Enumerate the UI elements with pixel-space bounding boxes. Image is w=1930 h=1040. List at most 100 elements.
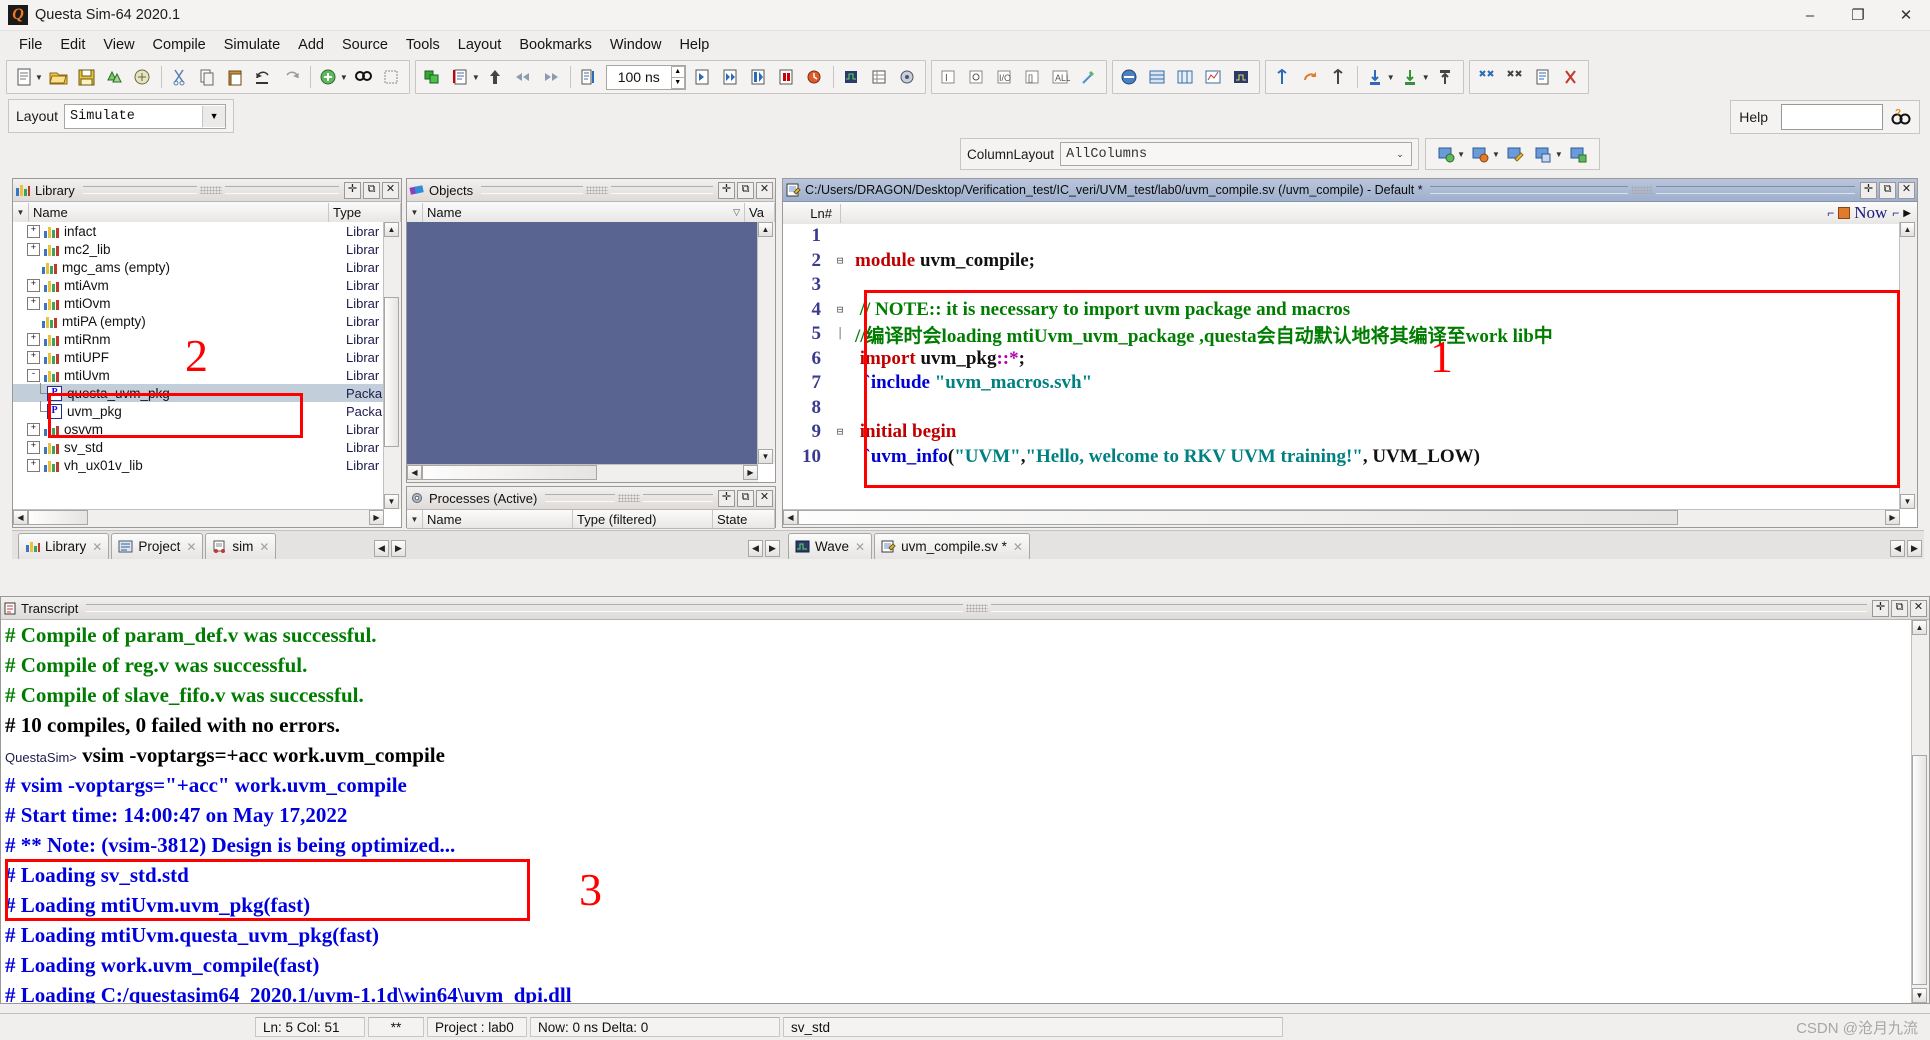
library-column-type[interactable]: Type: [329, 202, 401, 222]
expander-icon[interactable]: +: [27, 224, 40, 238]
forward-icon[interactable]: [539, 64, 565, 90]
scroll-up-icon[interactable]: ▲: [758, 222, 773, 237]
tab-sim[interactable]: sim ✕: [205, 533, 277, 559]
copy-icon[interactable]: [195, 64, 221, 90]
step-over-icon[interactable]: [964, 64, 990, 90]
menu-simulate[interactable]: Simulate: [215, 34, 289, 56]
tab-scroll-right-icon[interactable]: ▶: [765, 540, 780, 557]
add-icon[interactable]: [316, 64, 342, 90]
expander-icon[interactable]: +: [27, 242, 40, 256]
scroll-right-icon[interactable]: ▶: [1885, 510, 1900, 525]
step-icon[interactable]: I: [936, 64, 962, 90]
library-row[interactable]: + sv_std Librar: [13, 438, 401, 456]
list-icon[interactable]: [867, 64, 893, 90]
source-undock-button[interactable]: ⧉: [1879, 181, 1897, 199]
processes-undock-button[interactable]: ⧉: [737, 489, 754, 507]
tab-scroll-right-icon[interactable]: ▶: [391, 540, 406, 557]
save-col-dropdown-icon[interactable]: ▼: [1555, 150, 1563, 159]
library-row[interactable]: Puvm_pkg Packa: [13, 401, 401, 420]
pane-grip[interactable]: [965, 604, 988, 612]
edit-col-icon[interactable]: [1503, 141, 1529, 167]
processes-column-state[interactable]: State: [713, 510, 775, 528]
back-icon[interactable]: [511, 64, 537, 90]
library-undock-button[interactable]: ⧉: [363, 181, 380, 199]
mem-icon[interactable]: [1117, 64, 1143, 90]
objects-vertical-scrollbar[interactable]: ▲ ▼: [757, 222, 775, 464]
scroll-thumb[interactable]: [28, 510, 88, 525]
objects-list-body[interactable]: [407, 222, 758, 464]
pane-grip[interactable]: [199, 186, 222, 194]
menu-edit[interactable]: Edit: [51, 34, 94, 56]
remove-col-dropdown-icon[interactable]: ▼: [1492, 150, 1500, 159]
library-row[interactable]: + infact Librar: [13, 222, 401, 240]
fold-icon[interactable]: ⊟: [831, 425, 849, 439]
objects-filter-icon[interactable]: ▼: [407, 202, 423, 222]
expander-icon[interactable]: +: [27, 278, 40, 292]
tab-close-icon[interactable]: ✕: [92, 540, 102, 554]
tab-close-icon[interactable]: ✕: [1013, 540, 1023, 554]
menu-window[interactable]: Window: [601, 34, 671, 56]
tab-wave[interactable]: Wave ✕: [788, 533, 873, 559]
library-row[interactable]: + osvvm Librar: [13, 420, 401, 438]
scroll-up-icon[interactable]: ▲: [1900, 222, 1915, 237]
library-dock-button[interactable]: ✛: [344, 181, 361, 199]
chevron-down-icon[interactable]: ▼: [202, 105, 226, 127]
library-row[interactable]: + mtiOvm Librar: [13, 294, 401, 312]
add-col-icon[interactable]: [1433, 141, 1459, 167]
processes-dock-button[interactable]: ✛: [718, 489, 735, 507]
tab-close-icon[interactable]: ✕: [855, 540, 865, 554]
expander-icon[interactable]: +: [27, 350, 40, 364]
expander-icon[interactable]: +: [27, 422, 40, 436]
tab-close-icon[interactable]: ✕: [186, 540, 196, 554]
source-horizontal-scrollbar[interactable]: ◀ ▶: [783, 509, 1900, 527]
pane-grip[interactable]: [586, 186, 609, 194]
processes-close-button[interactable]: ✕: [756, 489, 773, 507]
compile-all-icon[interactable]: [130, 64, 156, 90]
tab-scroll-right-icon[interactable]: ▶: [1907, 540, 1922, 557]
tab-scroll-left-icon[interactable]: ◀: [1890, 540, 1905, 557]
transcript-close-button[interactable]: ✕: [1910, 599, 1927, 617]
objects-undock-button[interactable]: ⧉: [737, 181, 755, 199]
compile-icon[interactable]: [102, 64, 128, 90]
objects-dock-button[interactable]: ✛: [718, 181, 736, 199]
library-close-button[interactable]: ✕: [382, 181, 399, 199]
wave2-icon[interactable]: [1298, 64, 1324, 90]
redo-icon[interactable]: [279, 64, 305, 90]
save-icon[interactable]: [74, 64, 100, 90]
processes-column-name[interactable]: Name: [423, 510, 573, 528]
tab-scroll-left-icon[interactable]: ◀: [748, 540, 763, 557]
scroll-thumb[interactable]: [1912, 755, 1927, 985]
menu-bookmarks[interactable]: Bookmarks: [510, 34, 601, 56]
transcript-dock-button[interactable]: ✛: [1872, 599, 1889, 617]
find-all-icon[interactable]: [379, 64, 405, 90]
fold-icon[interactable]: ⊟: [831, 254, 849, 268]
library-row[interactable]: + vh_ux01v_lib Librar: [13, 456, 401, 474]
scroll-thumb[interactable]: [798, 510, 1678, 525]
mem4-icon[interactable]: [1201, 64, 1227, 90]
up-icon[interactable]: [483, 64, 509, 90]
wand-icon[interactable]: [1076, 64, 1102, 90]
minimize-icon[interactable]: –: [1786, 0, 1834, 30]
new-file-dropdown-icon[interactable]: ▼: [35, 73, 43, 82]
paste-icon[interactable]: [223, 64, 249, 90]
tab-library[interactable]: Library ✕: [18, 533, 110, 559]
chevron-down-icon[interactable]: ⌄: [1389, 144, 1411, 164]
mem5-icon[interactable]: [1229, 64, 1255, 90]
transcript-body[interactable]: # Compile of param_def.v was successful.…: [1, 620, 1912, 1003]
doc-icon[interactable]: [1530, 64, 1556, 90]
fold-icon[interactable]: ⊟: [831, 303, 849, 317]
processes-column-type[interactable]: Type (filtered): [573, 510, 713, 528]
pane-grip[interactable]: [1631, 186, 1654, 194]
step-into-icon[interactable]: []: [1020, 64, 1046, 90]
wave5-icon[interactable]: [1398, 64, 1424, 90]
wave-icon[interactable]: [839, 64, 865, 90]
attr-icon[interactable]: ALL: [1048, 64, 1074, 90]
menu-add[interactable]: Add: [289, 34, 333, 56]
wave1-icon[interactable]: [1270, 64, 1296, 90]
simulate-icon[interactable]: [420, 64, 446, 90]
pane-grip[interactable]: [618, 494, 641, 502]
menu-compile[interactable]: Compile: [144, 34, 215, 56]
transcript-undock-button[interactable]: ⧉: [1891, 599, 1908, 617]
mem3-icon[interactable]: [1173, 64, 1199, 90]
process-icon[interactable]: [895, 64, 921, 90]
